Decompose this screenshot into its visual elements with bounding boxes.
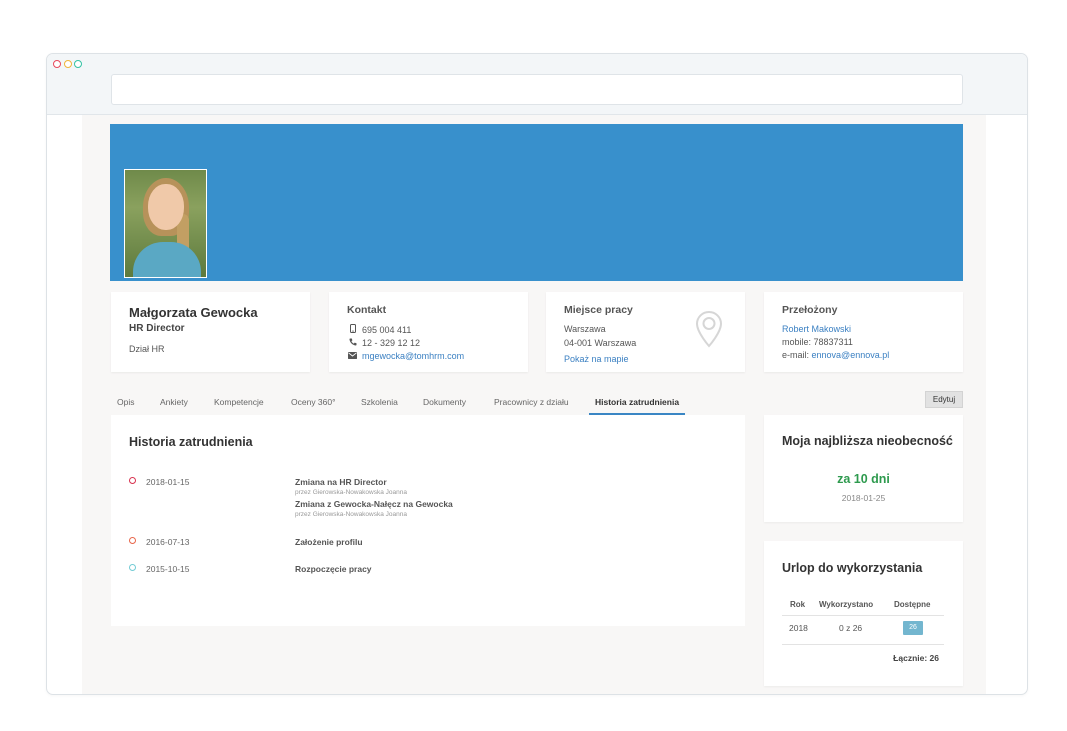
minimize-window-icon[interactable] [64,60,72,68]
supervisor-mobile-value: 78837311 [813,337,853,347]
supervisor-title: Przełożony [782,304,838,316]
workplace-title: Miejsce pracy [564,304,633,316]
supervisor-name-link[interactable]: Robert Makowski [782,324,851,334]
profile-banner [110,124,963,281]
divider [782,644,944,645]
timeline-dot-icon [129,477,136,484]
tab-ankiety[interactable]: Ankiety [160,393,188,415]
avatar [124,169,207,278]
tab-oceny-360[interactable]: Oceny 360° [291,393,336,415]
tab-szkolenia[interactable]: Szkolenia [361,393,398,415]
leave-available-badge: 26 [903,621,923,635]
employee-name: Małgorzata Gewocka [129,305,258,320]
phone-number: 12 - 329 12 12 [362,338,421,348]
address-bar[interactable] [111,74,963,105]
maximize-window-icon[interactable] [74,60,82,68]
tab-historia-zatrudnienia[interactable]: Historia zatrudnienia [589,393,686,415]
history-date: 2016-07-13 [146,537,190,547]
history-title: Historia zatrudnienia [129,435,253,449]
supervisor-email: e-mail: ennova@ennova.pl [782,350,889,360]
workplace-card: Miejsce pracy Warszawa 04-001 Warszawa P… [546,292,745,372]
leave-title: Urlop do wykorzystania [782,561,923,575]
supervisor-card: Przełożony Robert Makowski mobile: 78837… [764,292,963,372]
supervisor-email-label: e-mail: [782,350,810,360]
profile-card: Małgorzata Gewocka HR Director Dział HR [111,292,310,372]
employee-role: HR Director [129,323,185,334]
supervisor-email-link[interactable]: ennova@ennova.pl [812,350,890,360]
leave-header-available: Dostępne [894,600,931,609]
profile-page: Małgorzata Gewocka HR Director Dział HR … [82,115,986,694]
email-row: mgewocka@tomhrm.com [347,351,464,361]
edit-button[interactable]: Edytuj [925,391,963,408]
email-link[interactable]: mgewocka@tomhrm.com [362,351,464,361]
leave-header-year: Rok [790,600,806,609]
workplace-city: Warszawa [564,324,606,334]
tab-dokumenty[interactable]: Dokumenty [423,393,466,415]
history-event: Założenie profilu [295,537,363,547]
browser-window: Małgorzata Gewocka HR Director Dział HR … [46,53,1028,695]
tab-pracownicy-z-dzialu[interactable]: Pracownicy z działu [494,393,569,415]
workplace-postal: 04-001 Warszawa [564,338,637,348]
show-map-link[interactable]: Pokaż na mapie [564,354,629,364]
history-event: Zmiana na HR Director [295,477,387,487]
upcoming-absence-panel: Moja najbliższa nieobecność za 10 dni 20… [764,415,963,522]
supervisor-mobile-label: mobile: [782,337,812,347]
history-event: Zmiana z Gewocka-Nałęcz na Gewocka [295,499,453,509]
phone-row: 12 - 329 12 12 [347,338,420,348]
history-date: 2018-01-15 [146,477,190,487]
leave-year: 2018 [789,623,808,633]
employment-history-panel: Historia zatrudnienia 2018-01-15 Zmiana … [111,415,745,626]
mobile-icon [347,324,358,335]
phone-icon [347,338,358,348]
absence-title: Moja najbliższa nieobecność [782,434,953,448]
browser-chrome [47,54,1027,115]
envelope-icon [347,352,358,361]
contact-card: Kontakt 695 004 411 12 - 329 12 12 mgewo… [329,292,528,372]
contact-title: Kontakt [347,304,387,316]
timeline-dot-icon [129,564,136,571]
divider [782,615,944,616]
map-pin-icon [695,310,723,348]
supervisor-mobile: mobile: 78837311 [782,337,853,347]
history-event: Rozpoczęcie pracy [295,564,372,574]
leave-total: Łącznie: 26 [893,653,939,663]
history-event-author: przez Gierowska-Nowakowska Joanna [295,489,407,496]
absence-date: 2018-01-25 [841,493,886,503]
mobile-row: 695 004 411 [347,324,411,335]
mobile-number: 695 004 411 [362,325,412,335]
tab-opis[interactable]: Opis [117,393,134,415]
employee-department: Dział HR [129,344,165,354]
leave-header-used: Wykorzystano [819,600,874,609]
close-window-icon[interactable] [53,60,61,68]
history-event-author: przez Gierowska-Nowakowska Joanna [295,511,407,518]
leave-used: 0 z 26 [839,623,863,633]
tab-kompetencje[interactable]: Kompetencje [214,393,264,415]
history-date: 2015-10-15 [146,564,190,574]
absence-countdown: za 10 dni [837,472,890,486]
leave-balance-panel: Urlop do wykorzystania Rok Wykorzystano … [764,541,963,686]
timeline-dot-icon [129,537,136,544]
